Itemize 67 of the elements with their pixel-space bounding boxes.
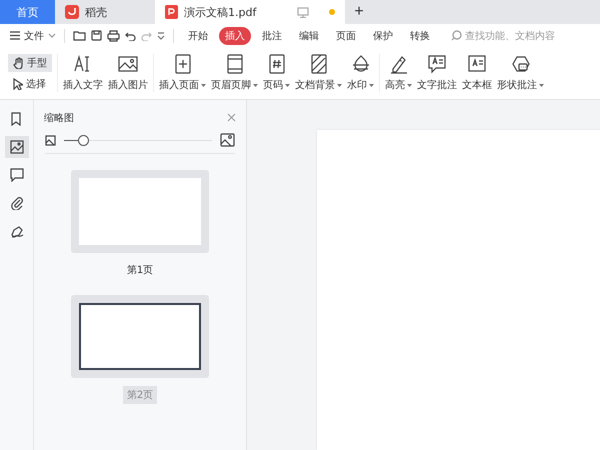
- save-icon: [91, 30, 102, 41]
- tab[interactable]: 首页: [0, 0, 55, 24]
- ribbon-button[interactable]: 文档背景: [293, 52, 344, 94]
- search-icon: [451, 30, 462, 41]
- shape-comment-icon: [510, 54, 530, 74]
- ribbon-button[interactable]: 插入图片: [106, 52, 150, 94]
- ribbon-button[interactable]: 插入页面: [157, 52, 208, 94]
- tab-label: 稻壳: [85, 4, 107, 20]
- ribbon-tab[interactable]: 开始: [182, 26, 214, 44]
- undo-icon: [125, 30, 136, 40]
- caret-icon: [253, 84, 258, 86]
- ribbon-tab[interactable]: 批注: [256, 26, 288, 44]
- large-image-icon: [220, 133, 235, 147]
- background-icon: [308, 54, 328, 74]
- caret-icon: [201, 84, 206, 86]
- add-page-icon: [172, 54, 192, 74]
- caret-icon: [539, 84, 544, 86]
- ribbon-button[interactable]: 文字批注: [415, 52, 459, 94]
- caret-icon: [337, 84, 342, 86]
- ribbon-tab[interactable]: 插入: [219, 26, 251, 44]
- tab[interactable]: 演示文稿1.pdf: [155, 0, 345, 24]
- watermark-icon: [350, 54, 370, 74]
- caret-icon: [369, 84, 374, 86]
- text-box-icon: [467, 54, 487, 74]
- ribbon-tab[interactable]: 保护: [367, 26, 399, 44]
- ribbon-button[interactable]: 形状批注: [495, 52, 546, 94]
- mode-button[interactable]: 手型: [8, 54, 52, 72]
- ribbon-button[interactable]: 高亮: [383, 52, 414, 94]
- panel-title: 缩略图: [44, 112, 74, 124]
- image-icon: [118, 54, 138, 74]
- caret-icon: [285, 84, 290, 86]
- hand-icon: [13, 56, 24, 68]
- logo-icon: [65, 5, 79, 19]
- header-footer-icon: [224, 54, 244, 74]
- ribbon-tab[interactable]: 编辑: [293, 26, 325, 44]
- small-image-icon: [45, 134, 56, 146]
- ribbon-button[interactable]: 页眉页脚: [209, 52, 260, 94]
- hash-icon: [266, 54, 286, 74]
- pdf-icon: [165, 5, 178, 19]
- text-comment-icon: [427, 54, 447, 74]
- monitor-icon: [297, 6, 309, 18]
- redo-icon: [141, 30, 152, 40]
- mode-button[interactable]: 选择: [8, 74, 52, 92]
- ribbon-button[interactable]: 水印: [345, 52, 376, 94]
- folder-icon: [73, 30, 86, 41]
- tab-label: 首页: [16, 4, 38, 20]
- dot-icon: [329, 9, 335, 15]
- ribbon-button[interactable]: 页码: [261, 52, 292, 94]
- thumbnail-icon[interactable]: [4, 136, 28, 158]
- cursor-icon: [13, 78, 23, 90]
- page-label: 第2页: [122, 386, 158, 404]
- menu-icon: [10, 31, 20, 40]
- page-thumbnail[interactable]: [71, 295, 209, 378]
- marker-icon: [388, 54, 408, 74]
- ribbon-button[interactable]: 文本框: [460, 52, 494, 94]
- ribbon-tab[interactable]: 页面: [330, 26, 362, 44]
- file-menu[interactable]: 文件: [10, 28, 56, 42]
- page-thumbnail[interactable]: [71, 170, 209, 253]
- print-icon: [107, 30, 120, 42]
- chevron-down-icon: [48, 33, 56, 38]
- zoom-slider[interactable]: [64, 134, 212, 146]
- caret-icon: [407, 84, 412, 86]
- tab-label: 演示文稿1.pdf: [184, 4, 256, 20]
- ribbon-tab[interactable]: 转换: [404, 26, 436, 44]
- page-label: 第1页: [126, 264, 154, 278]
- ribbon-button[interactable]: 插入文字: [61, 52, 105, 94]
- chevron-down-icon: [157, 32, 165, 40]
